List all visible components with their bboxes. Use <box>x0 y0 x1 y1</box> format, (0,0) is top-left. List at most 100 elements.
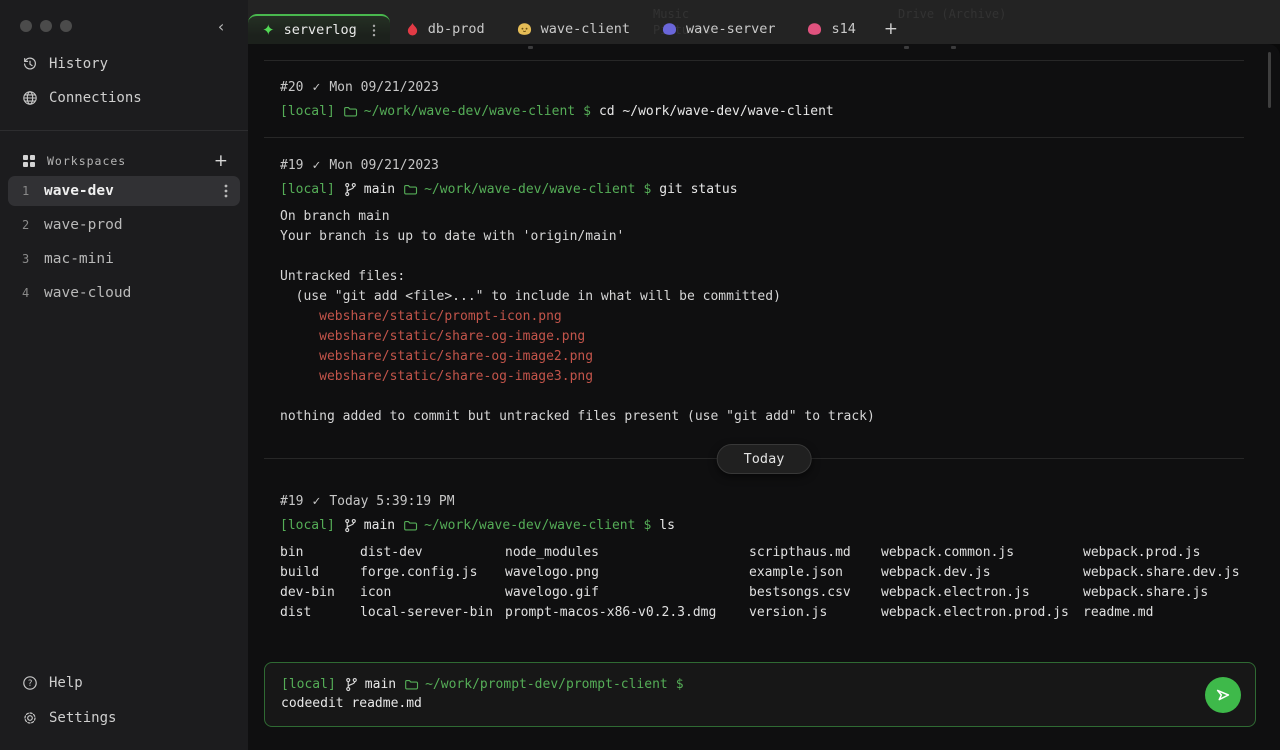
folder-icon <box>403 518 418 533</box>
prompt-dollar: $ <box>643 518 651 533</box>
add-tab-button[interactable]: + <box>872 14 910 44</box>
output-line: (use "git add <file>..." to include in w… <box>280 287 1280 307</box>
workspace-name: wave-dev <box>44 183 114 199</box>
tab-menu-kebab-icon[interactable] <box>372 24 376 37</box>
tab-wave-server[interactable]: wave-server <box>646 14 791 44</box>
file-name: dist-dev <box>360 543 505 563</box>
output-line <box>280 387 1280 407</box>
window-close-button[interactable] <box>20 20 32 32</box>
git-branch-icon <box>344 677 359 692</box>
prompt-dollar: $ <box>643 182 651 197</box>
sidebar-item-label: Connections <box>49 90 142 106</box>
tab-label: s14 <box>831 21 855 37</box>
untracked-file-line: webshare/static/prompt-icon.png <box>280 307 1280 327</box>
untracked-file-line: webshare/static/share-og-image2.png <box>280 347 1280 367</box>
clipped-line-fragment <box>951 46 956 49</box>
workspace-index: 4 <box>22 286 44 300</box>
prompt-dollar: $ <box>583 104 591 119</box>
sidebar-item-history[interactable]: History <box>22 56 108 72</box>
file-name: prompt-macos-x86-v0.2.3.dmg <box>505 603 749 623</box>
workspace-item-mac-mini[interactable]: 3 mac-mini <box>8 244 240 274</box>
workspaces-header-label: Workspaces <box>47 154 126 168</box>
sidebar-divider <box>0 130 248 131</box>
file-name: forge.config.js <box>360 563 505 583</box>
sidebar-item-settings[interactable]: Settings <box>22 710 116 726</box>
file-name: webpack.common.js <box>881 543 1083 563</box>
prompt-path: ~/work/wave-dev/wave-client <box>424 518 635 533</box>
sidebar: ‹ History Connections Workspaces + 1 wav… <box>0 0 248 750</box>
file-name: bin <box>280 543 360 563</box>
window-minimize-button[interactable] <box>40 20 52 32</box>
help-icon: ? <box>22 675 38 691</box>
sidebar-item-connections[interactable]: Connections <box>22 90 142 106</box>
folder-icon <box>403 182 418 197</box>
file-name: dev-bin <box>280 583 360 603</box>
prompt-branch: main <box>364 182 395 197</box>
prompt-line: [local] main ~/work/wave-dev/wave-client… <box>280 179 1280 199</box>
run-command-button[interactable] <box>1205 677 1241 713</box>
globe-icon <box>22 90 38 106</box>
command-input-box[interactable]: [local] main ~/work/prompt-dev/prompt-cl… <box>264 662 1256 727</box>
desktop-ghost-text: Drive (Archive) <box>898 7 1006 21</box>
workspace-name: wave-cloud <box>44 285 131 301</box>
prompt-path: ~/work/wave-dev/wave-client <box>424 182 635 197</box>
prompt-path: ~/work/prompt-dev/prompt-client <box>425 677 668 692</box>
command-timestamp: Today 5:39:19 PM <box>329 494 454 509</box>
file-name: icon <box>360 583 505 603</box>
yellow-blob-face-icon <box>517 22 532 36</box>
prompt-path: ~/work/wave-dev/wave-client <box>364 104 575 119</box>
command-number: #19 <box>280 494 303 509</box>
file-name: node_modules <box>505 543 749 563</box>
file-name: build <box>280 563 360 583</box>
folder-icon <box>343 104 358 119</box>
command-meta-line: #19✓Mon 09/21/2023 <box>280 155 1280 175</box>
command-text: ls <box>659 518 675 533</box>
command-input-text[interactable]: codeedit readme.md <box>281 694 1239 714</box>
git-branch-icon <box>343 182 358 197</box>
today-divider: Today <box>248 444 1280 474</box>
tab-label: db-prod <box>428 21 485 37</box>
tab-label: wave-client <box>541 21 630 37</box>
window-zoom-button[interactable] <box>60 20 72 32</box>
workspace-index: 1 <box>22 184 44 198</box>
scrollbar-thumb[interactable] <box>1268 52 1271 108</box>
sidebar-item-label: History <box>49 56 108 72</box>
svg-text:?: ? <box>27 679 32 689</box>
blue-blob-icon <box>662 22 677 36</box>
prompt-host: [local] <box>280 518 335 533</box>
add-workspace-button[interactable]: + <box>214 151 228 171</box>
command-number: #19 <box>280 158 303 173</box>
sidebar-collapse-icon[interactable]: ‹ <box>216 20 226 34</box>
tab-bar: Music Pictures Drive (Archive) ✦ serverl… <box>248 0 1280 44</box>
workspaces-grid-icon <box>22 154 36 168</box>
tab-label: serverlog <box>284 22 357 38</box>
tab-db-prod[interactable]: db-prod <box>390 14 501 44</box>
window-traffic-lights[interactable] <box>20 20 72 32</box>
workspace-menu-kebab-icon[interactable] <box>224 184 228 198</box>
clipped-line-fragment <box>904 46 909 49</box>
workspace-item-wave-prod[interactable]: 2 wave-prod <box>8 210 240 240</box>
command-meta-line: #20✓Mon 09/21/2023 <box>280 77 1280 97</box>
sparkle-icon: ✦ <box>262 21 275 39</box>
git-branch-icon <box>343 518 358 533</box>
tab-serverlog[interactable]: ✦ serverlog <box>248 14 390 44</box>
prompt-branch: main <box>364 518 395 533</box>
prompt-dollar: $ <box>676 677 684 692</box>
today-pill-button[interactable]: Today <box>717 444 812 474</box>
output-line: nothing added to commit but untracked fi… <box>280 407 1280 427</box>
workspace-name: mac-mini <box>44 251 114 267</box>
file-name: bestsongs.csv <box>749 583 881 603</box>
input-prompt-line: [local] main ~/work/prompt-dev/prompt-cl… <box>281 674 1239 694</box>
tab-wave-client[interactable]: wave-client <box>501 14 646 44</box>
file-name: local-serever-bin <box>360 603 505 623</box>
workspace-name: wave-prod <box>44 217 123 233</box>
sidebar-item-help[interactable]: ? Help <box>22 675 83 691</box>
file-name: readme.md <box>1083 603 1280 623</box>
clipped-line-fragment <box>528 46 533 49</box>
file-name: webpack.electron.prod.js <box>881 603 1083 623</box>
tab-s14[interactable]: s14 <box>791 14 871 44</box>
file-name: wavelogo.gif <box>505 583 749 603</box>
workspace-item-wave-dev[interactable]: 1 wave-dev <box>8 176 240 206</box>
flame-icon <box>406 22 419 37</box>
workspace-item-wave-cloud[interactable]: 4 wave-cloud <box>8 278 240 308</box>
